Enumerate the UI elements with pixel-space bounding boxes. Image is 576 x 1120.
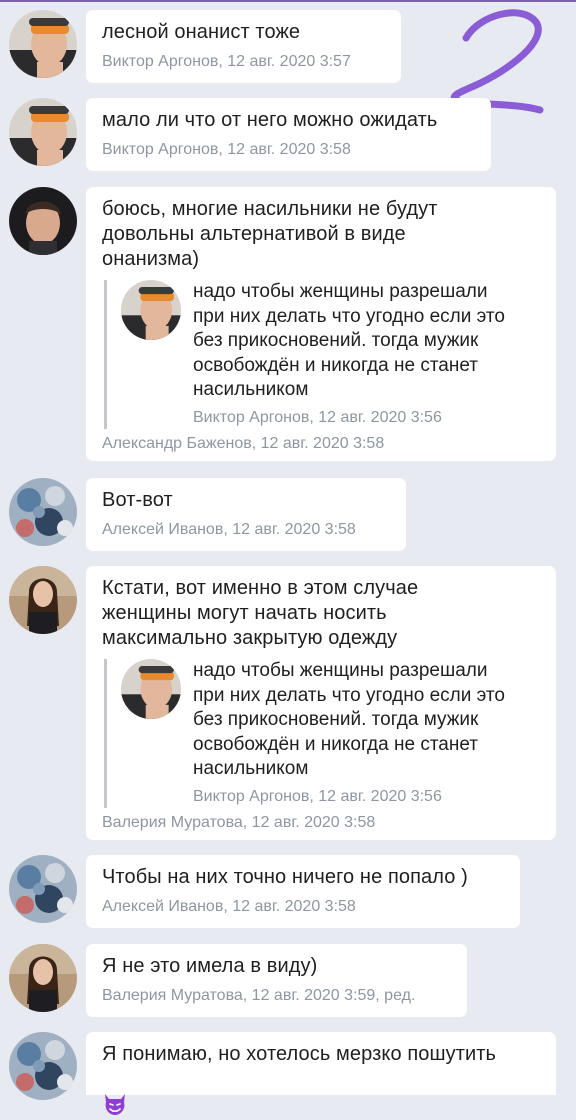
message-text: Я понимаю, но хотелось мерзко пошутить bbox=[102, 1042, 540, 1120]
message-text: мало ли что от него можно ожидать bbox=[102, 109, 438, 131]
avatar-photo-alexey bbox=[9, 478, 77, 546]
message-bubble[interactable]: Кстати, вот именно в этом случае женщины… bbox=[86, 566, 556, 840]
quote-author-time[interactable]: Виктор Аргонов, 12 авг. 2020 3:56 bbox=[193, 786, 540, 808]
message-text: лесной онанист тоже bbox=[102, 21, 301, 43]
smiling-imp-emoji-icon bbox=[105, 1094, 125, 1115]
quoted-message[interactable]: надо чтобы женщины разрешали при них дел… bbox=[104, 659, 540, 808]
avatar[interactable] bbox=[9, 10, 77, 78]
message-bubble[interactable]: Вот-вот Алексей Иванов, 12 авг. 2020 3:5… bbox=[86, 478, 406, 551]
avatar-photo-alexander bbox=[9, 187, 77, 255]
quote-text: надо чтобы женщины разрешали при них дел… bbox=[193, 660, 505, 779]
message-bubble[interactable]: Я понимаю, но хотелось мерзко пошутить bbox=[86, 1032, 556, 1115]
top-divider bbox=[0, 0, 576, 2]
message-author-time[interactable]: Валерия Муратова, 12 авг. 2020 3:58 bbox=[102, 812, 540, 834]
message-author-time[interactable]: Алексей Иванов, 12 авг. 2020 3:58 bbox=[102, 519, 390, 541]
avatar-photo-valeria bbox=[9, 944, 77, 1012]
message-text: Чтобы на них точно ничего не попало ) bbox=[102, 866, 468, 888]
message-text: Кстати, вот именно в этом случае женщины… bbox=[102, 577, 419, 649]
quote-author-time[interactable]: Виктор Аргонов, 12 авг. 2020 3:56 bbox=[193, 407, 540, 429]
avatar-photo-alexey bbox=[9, 855, 77, 923]
message-bubble[interactable]: Чтобы на них точно ничего не попало ) Ал… bbox=[86, 855, 520, 928]
avatar[interactable] bbox=[9, 1032, 77, 1100]
quoted-message[interactable]: надо чтобы женщины разрешали при них дел… bbox=[104, 280, 540, 429]
avatar-photo-valeria bbox=[9, 566, 77, 634]
quote-text: надо чтобы женщины разрешали при них дел… bbox=[193, 281, 505, 400]
avatar-photo-alexey bbox=[9, 1032, 77, 1100]
message-bubble[interactable]: мало ли что от него можно ожидать Виктор… bbox=[86, 98, 491, 171]
avatar[interactable] bbox=[9, 566, 77, 634]
message-text: Я не это имела в виду) bbox=[102, 955, 318, 977]
message-text: Вот-вот bbox=[102, 489, 173, 511]
message-author-time[interactable]: Алексей Иванов, 12 авг. 2020 3:58 bbox=[102, 896, 504, 918]
message-text: боюсь, многие насильники не будут доволь… bbox=[102, 198, 438, 270]
avatar-photo-viktor bbox=[121, 659, 181, 719]
quote-avatar bbox=[121, 659, 181, 719]
message-author-time[interactable]: Валерия Муратова, 12 авг. 2020 3:59, ред… bbox=[102, 985, 451, 1007]
avatar[interactable] bbox=[9, 98, 77, 166]
message-bubble[interactable]: боюсь, многие насильники не будут доволь… bbox=[86, 187, 556, 461]
avatar-photo-viktor bbox=[9, 10, 77, 78]
quote-avatar bbox=[121, 280, 181, 340]
avatar[interactable] bbox=[9, 855, 77, 923]
message-author-time[interactable]: Виктор Аргонов, 12 авг. 2020 3:57 bbox=[102, 51, 385, 73]
avatar-photo-viktor bbox=[9, 98, 77, 166]
avatar[interactable] bbox=[9, 478, 77, 546]
message-author-time[interactable]: Александр Баженов, 12 авг. 2020 3:58 bbox=[102, 433, 540, 455]
message-author-time[interactable]: Виктор Аргонов, 12 авг. 2020 3:58 bbox=[102, 139, 475, 161]
message-bubble[interactable]: лесной онанист тоже Виктор Аргонов, 12 а… bbox=[86, 10, 401, 83]
message-bubble[interactable]: Я не это имела в виду) Валерия Муратова,… bbox=[86, 944, 467, 1017]
avatar[interactable] bbox=[9, 944, 77, 1012]
avatar-photo-viktor bbox=[121, 280, 181, 340]
message-text-content: Я понимаю, но хотелось мерзко пошутить bbox=[102, 1043, 497, 1065]
avatar[interactable] bbox=[9, 187, 77, 255]
